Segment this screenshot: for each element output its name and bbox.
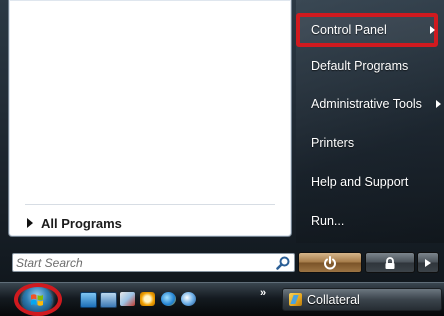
arrow-right-icon bbox=[27, 218, 33, 228]
show-desktop-icon[interactable] bbox=[80, 292, 97, 308]
taskbar-button-collateral[interactable]: Collateral bbox=[282, 288, 442, 311]
menu-item-control-panel[interactable]: Control Panel bbox=[296, 13, 438, 47]
start-button-highlight bbox=[14, 283, 62, 316]
menu-item-label: Control Panel bbox=[311, 23, 387, 37]
arrow-right-icon bbox=[425, 258, 431, 267]
lock-button[interactable] bbox=[365, 252, 415, 273]
media-player-icon[interactable] bbox=[181, 292, 196, 306]
menu-item-printers[interactable]: Printers bbox=[296, 128, 444, 158]
folder-icon bbox=[289, 293, 302, 306]
switch-windows-icon[interactable] bbox=[100, 292, 117, 308]
menu-item-default-programs[interactable]: Default Programs bbox=[296, 51, 444, 81]
power-buttons bbox=[298, 252, 444, 275]
menu-item-label: Printers bbox=[311, 136, 355, 150]
quick-launch-overflow-button[interactable]: » bbox=[260, 287, 266, 299]
menu-item-label: Administrative Tools bbox=[311, 97, 422, 111]
menu-item-administrative-tools[interactable]: Administrative Tools bbox=[296, 89, 444, 119]
menu-item-label: Default Programs bbox=[311, 59, 409, 73]
menu-item-help-and-support[interactable]: Help and Support bbox=[296, 167, 444, 197]
all-programs-button[interactable]: All Programs bbox=[27, 213, 122, 233]
search-icon[interactable] bbox=[276, 256, 290, 270]
power-options-button[interactable] bbox=[417, 252, 439, 273]
menu-item-label: Run... bbox=[311, 214, 345, 228]
internet-explorer-icon[interactable] bbox=[161, 292, 176, 306]
network-icon[interactable] bbox=[120, 292, 135, 306]
submenu-arrow-icon bbox=[436, 100, 441, 108]
power-icon bbox=[324, 255, 336, 269]
search-input[interactable] bbox=[16, 254, 266, 271]
submenu-arrow-icon bbox=[430, 26, 435, 34]
menu-item-run[interactable]: Run... bbox=[296, 206, 444, 236]
search-box[interactable] bbox=[12, 253, 295, 272]
programs-pane: All Programs bbox=[8, 0, 292, 237]
all-programs-label: All Programs bbox=[41, 215, 122, 231]
lock-icon bbox=[385, 256, 395, 269]
taskbar-button-label: Collateral bbox=[307, 292, 360, 307]
clock-icon[interactable] bbox=[140, 292, 155, 306]
menu-item-label: Help and Support bbox=[311, 175, 409, 189]
power-button[interactable] bbox=[298, 252, 362, 273]
divider bbox=[25, 204, 275, 205]
desktop-background: All Programs Control Panel Default Progr… bbox=[0, 0, 444, 316]
